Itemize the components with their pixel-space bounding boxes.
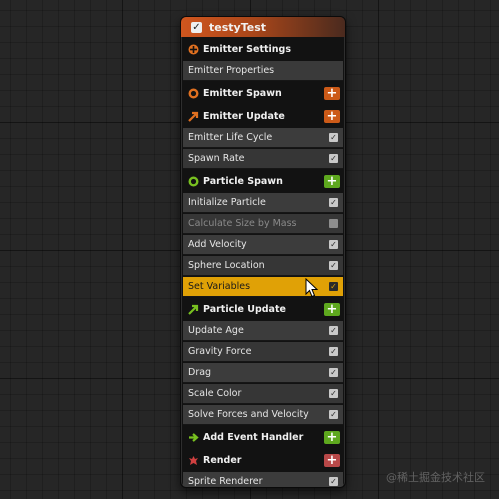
add-event-handler-button[interactable]: +	[324, 430, 340, 444]
add-velocity-checkbox[interactable]: ✓	[329, 240, 338, 249]
row-label: Calculate Size by Mass	[188, 218, 297, 229]
scale-color-row[interactable]: Scale Color ✓	[183, 384, 343, 404]
row-label: Sprite Renderer	[188, 476, 263, 487]
particle-update-icon	[188, 304, 199, 315]
sphere-location-checkbox[interactable]: ✓	[329, 261, 338, 270]
gravity-force-row[interactable]: Gravity Force ✓	[183, 342, 343, 362]
section-label: Emitter Update	[203, 110, 285, 122]
emitter-settings-icon	[188, 44, 199, 55]
calculate-size-by-mass-checkbox[interactable]	[329, 219, 338, 228]
add-particle-update-module-button[interactable]: +	[324, 302, 340, 316]
section-particle-spawn[interactable]: Particle Spawn +	[183, 170, 343, 192]
spawn-rate-checkbox[interactable]: ✓	[329, 154, 338, 163]
set-variables-checkbox[interactable]: ✓	[329, 282, 338, 291]
section-label: Render	[203, 454, 242, 466]
section-render[interactable]: Render +	[183, 449, 343, 471]
mouse-cursor-icon	[305, 278, 319, 298]
render-icon	[188, 455, 199, 466]
sphere-location-row[interactable]: Sphere Location ✓	[183, 256, 343, 276]
emitter-life-cycle-checkbox[interactable]: ✓	[329, 133, 338, 142]
row-label: Emitter Properties	[188, 65, 275, 76]
solve-forces-and-velocity-checkbox[interactable]: ✓	[329, 410, 338, 419]
section-label: Particle Update	[203, 303, 286, 315]
add-emitter-update-module-button[interactable]: +	[324, 109, 340, 123]
emitter-life-cycle-row[interactable]: Emitter Life Cycle ✓	[183, 128, 343, 148]
section-label: Add Event Handler	[203, 431, 304, 443]
node-title-bar[interactable]: ✓ testyTest	[181, 17, 345, 37]
update-age-row[interactable]: Update Age ✓	[183, 321, 343, 341]
solve-forces-and-velocity-row[interactable]: Solve Forces and Velocity ✓	[183, 405, 343, 425]
row-label: Initialize Particle	[188, 197, 266, 208]
gravity-force-checkbox[interactable]: ✓	[329, 347, 338, 356]
row-label: Sphere Location	[188, 260, 265, 271]
emitter-properties-row[interactable]: Emitter Properties	[183, 61, 343, 81]
initialize-particle-row[interactable]: Initialize Particle ✓	[183, 193, 343, 213]
section-label: Emitter Settings	[203, 43, 292, 55]
node-title: testyTest	[209, 20, 267, 34]
emitter-enabled-checkbox[interactable]: ✓	[191, 21, 202, 33]
scale-color-checkbox[interactable]: ✓	[329, 389, 338, 398]
add-emitter-spawn-module-button[interactable]: +	[324, 86, 340, 100]
sprite-renderer-row[interactable]: Sprite Renderer ✓	[183, 472, 343, 487]
row-label: Emitter Life Cycle	[188, 132, 273, 143]
row-label: Solve Forces and Velocity	[188, 409, 309, 420]
particle-spawn-icon	[188, 176, 199, 187]
add-renderer-button[interactable]: +	[324, 453, 340, 467]
row-label: Drag	[188, 367, 212, 378]
update-age-checkbox[interactable]: ✓	[329, 326, 338, 335]
emitter-node[interactable]: ✓ testyTest Emitter Settings Emitter Pro…	[180, 16, 346, 488]
row-label: Gravity Force	[188, 346, 252, 357]
event-handler-arrow-icon	[188, 432, 199, 443]
row-label: Add Velocity	[188, 239, 247, 250]
row-label: Scale Color	[188, 388, 242, 399]
section-emitter-settings[interactable]: Emitter Settings	[183, 38, 343, 60]
section-add-event-handler[interactable]: Add Event Handler +	[183, 426, 343, 448]
add-particle-spawn-module-button[interactable]: +	[324, 174, 340, 188]
drag-checkbox[interactable]: ✓	[329, 368, 338, 377]
initialize-particle-checkbox[interactable]: ✓	[329, 198, 338, 207]
watermark: @稀土掘金技术社区	[386, 471, 485, 484]
set-variables-row[interactable]: Set Variables ✓	[183, 277, 343, 297]
emitter-update-icon	[188, 111, 199, 122]
row-label: Set Variables	[188, 281, 251, 292]
section-emitter-spawn[interactable]: Emitter Spawn +	[183, 82, 343, 104]
add-velocity-row[interactable]: Add Velocity ✓	[183, 235, 343, 255]
drag-row[interactable]: Drag ✓	[183, 363, 343, 383]
section-label: Particle Spawn	[203, 175, 283, 187]
section-emitter-update[interactable]: Emitter Update +	[183, 105, 343, 127]
row-label: Update Age	[188, 325, 244, 336]
sprite-renderer-checkbox[interactable]: ✓	[329, 477, 338, 486]
calculate-size-by-mass-row[interactable]: Calculate Size by Mass	[183, 214, 343, 234]
emitter-spawn-icon	[188, 88, 199, 99]
row-label: Spawn Rate	[188, 153, 245, 164]
spawn-rate-row[interactable]: Spawn Rate ✓	[183, 149, 343, 169]
section-particle-update[interactable]: Particle Update +	[183, 298, 343, 320]
section-label: Emitter Spawn	[203, 87, 282, 99]
